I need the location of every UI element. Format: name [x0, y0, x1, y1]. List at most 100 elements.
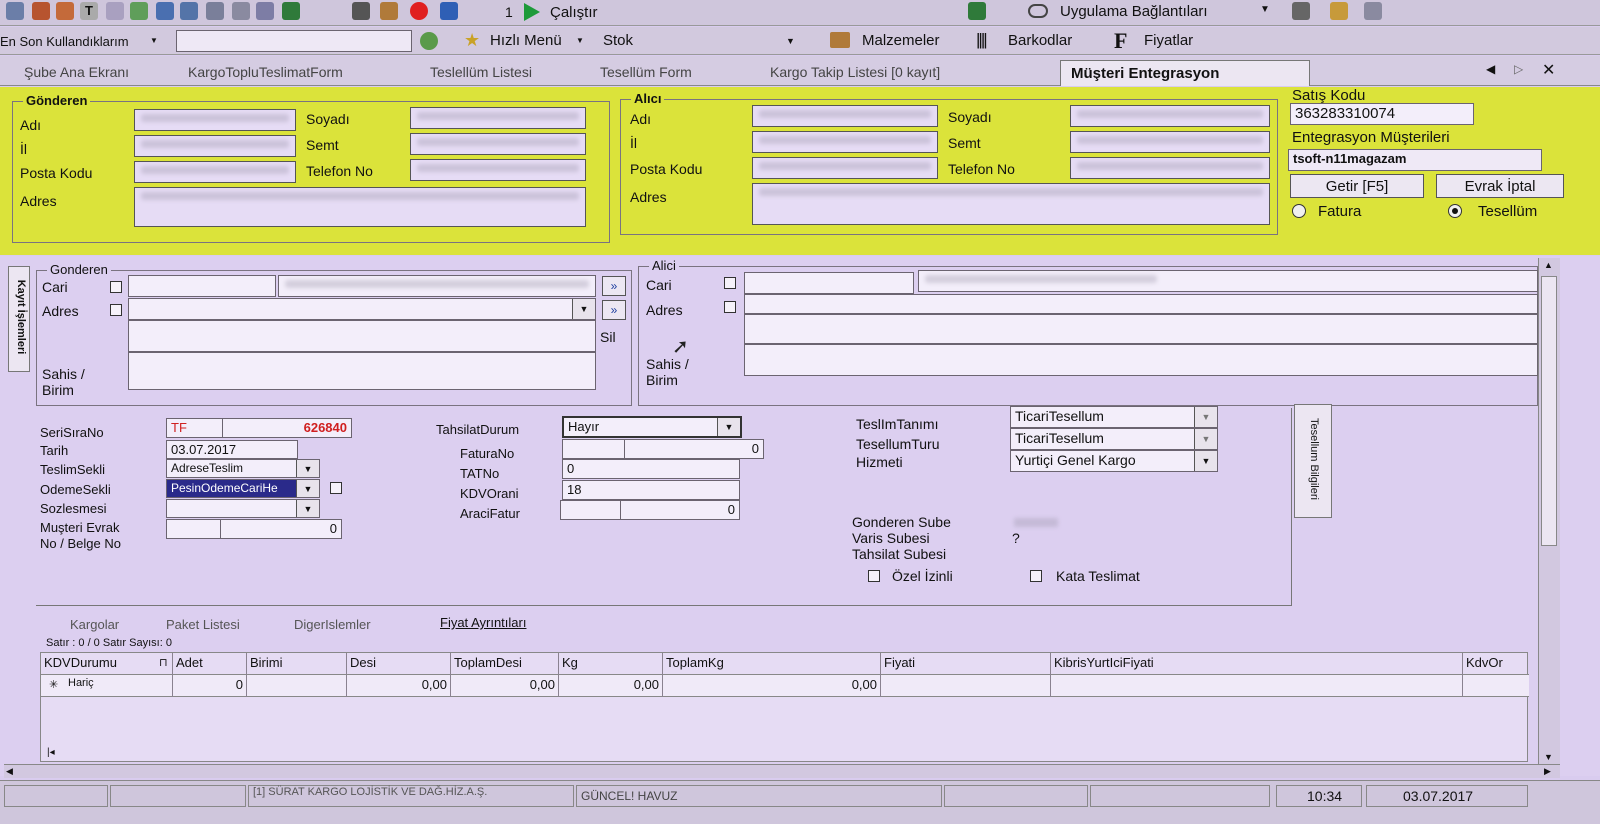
tab-kargo-toplu[interactable]: KargoTopluTeslimatForm [188, 64, 343, 86]
receiver-person-field[interactable] [744, 344, 1538, 376]
confirm-icon[interactable] [420, 32, 438, 50]
excel-icon[interactable] [282, 2, 300, 20]
vertical-scrollbar[interactable]: ▲ ▼ [1538, 258, 1560, 770]
text-icon[interactable]: T [80, 2, 98, 20]
vat-rate-field[interactable]: 18 [562, 480, 740, 500]
receiver-address-detail[interactable] [744, 314, 1538, 344]
sender-account-code[interactable] [128, 275, 276, 297]
sender-account-name[interactable] [278, 275, 596, 297]
service-select[interactable]: Yurtiçi Genel Kargo ▼ [1010, 450, 1218, 472]
receiver-account-name[interactable] [918, 270, 1538, 292]
quick-menu[interactable]: Hızlı Menü [490, 32, 562, 49]
chevron-down-icon[interactable]: ▼ [296, 500, 319, 517]
chevron-down-icon[interactable]: ▼ [1194, 407, 1217, 427]
tab-kargo-takip[interactable]: Kargo Takip Listesi [0 kayıt] [770, 64, 940, 86]
sender-district-field[interactable] [410, 133, 586, 155]
barcodes-menu[interactable]: Barkodlar [1008, 32, 1072, 49]
toolbar-icon-6[interactable] [130, 2, 148, 20]
tab-tesellum-listesi[interactable]: Teslellüm Listesi [430, 64, 532, 86]
receipt-radio[interactable] [1448, 204, 1462, 218]
sender-address-detail[interactable] [128, 320, 596, 352]
special-permit-checkbox[interactable] [868, 570, 880, 582]
payment-checkbox[interactable] [330, 482, 342, 494]
pause-icon[interactable] [440, 2, 458, 20]
sender-city-field[interactable] [134, 135, 296, 157]
toolbar-icon-right1[interactable] [1292, 2, 1310, 20]
cell-fiyati[interactable] [881, 675, 1051, 697]
receiver-city-field[interactable] [752, 131, 938, 153]
tab-sube-ana-ekrani[interactable]: Şube Ana Ekranı [24, 64, 129, 86]
tab-musteri-entegrasyon[interactable]: Müşteri Entegrasyon [1060, 60, 1310, 86]
prices-menu[interactable]: Fiyatlar [1144, 32, 1193, 49]
grid-nav-first-icon[interactable]: |◂ [47, 747, 55, 758]
col-birimi[interactable]: Birimi [247, 653, 347, 675]
delete-button[interactable]: Sil [600, 329, 616, 345]
receiver-address-field[interactable] [752, 183, 1270, 225]
sender-address-checkbox[interactable] [110, 304, 122, 316]
sender-account-checkbox[interactable] [110, 281, 122, 293]
cell-toplam-desi[interactable]: 0,00 [451, 675, 559, 697]
chevron-down-icon[interactable]: ▼ [717, 418, 740, 436]
chevron-down-icon[interactable]: ▼ [296, 480, 319, 497]
receipt-type-select[interactable]: TicariTesellum ▼ [1010, 428, 1218, 450]
col-kdv-orani[interactable]: KdvOr [1463, 653, 1529, 675]
col-fiyati[interactable]: Fiyati [881, 653, 1051, 675]
run-button[interactable]: Çalıştır [550, 4, 598, 21]
materials-menu[interactable]: Malzemeler [862, 32, 940, 49]
tab-fiyat-ayrintilari[interactable]: Fiyat Ayrıntıları [440, 615, 526, 630]
quick-search-input[interactable] [176, 30, 412, 52]
receiver-account-checkbox[interactable] [724, 277, 736, 289]
chevron-down-icon[interactable]: ▼ [296, 460, 319, 477]
date-field[interactable]: 03.07.2017 [166, 440, 298, 459]
pin-icon[interactable]: ⊓ [159, 656, 168, 669]
collection-status-select[interactable]: Hayır ▼ [562, 416, 742, 438]
sender-name-field[interactable] [134, 109, 296, 131]
receiver-postal-field[interactable] [752, 157, 938, 179]
receiver-address-checkbox[interactable] [724, 301, 736, 313]
receiver-address-select[interactable] [744, 294, 1538, 314]
home-icon[interactable] [106, 2, 124, 20]
scroll-right-icon[interactable]: ▶ [1544, 766, 1551, 777]
stok-menu[interactable]: Stok [603, 32, 633, 49]
play-icon[interactable] [524, 3, 540, 21]
table-row[interactable]: ✳ Hariç 0 0,00 0,00 0,00 0,00 [41, 675, 1529, 697]
close-icon[interactable]: ✕ [1542, 60, 1555, 80]
receiver-surname-field[interactable] [1070, 105, 1270, 127]
receiver-phone-field[interactable] [1070, 157, 1270, 179]
scroll-thumb[interactable] [1541, 276, 1557, 546]
fetch-button[interactable]: Getir [F5] [1290, 174, 1424, 198]
integration-customer-item[interactable]: tsoft-n11magazam [1293, 151, 1406, 166]
chevron-down-icon[interactable]: ▼ [572, 299, 595, 319]
sender-address-field[interactable] [134, 187, 586, 227]
col-desi[interactable]: Desi [347, 653, 451, 675]
cell-kg[interactable]: 0,00 [559, 675, 663, 697]
sender-account-go-button[interactable]: » [602, 276, 626, 296]
contract-select[interactable]: ▼ [166, 499, 320, 518]
toolbar-icon-10[interactable] [232, 2, 250, 20]
cell-kibris-fiyati[interactable] [1051, 675, 1463, 697]
toolbar-icon-8[interactable] [180, 2, 198, 20]
chevron-down-icon[interactable]: ▼ [1194, 451, 1217, 471]
excel-export-icon[interactable] [968, 2, 986, 20]
floor-delivery-checkbox[interactable] [1030, 570, 1042, 582]
receiver-account-code[interactable] [744, 272, 914, 294]
tab-tesellum-form[interactable]: Tesellüm Form [600, 64, 692, 86]
integration-customers-list[interactable]: tsoft-n11magazam [1288, 149, 1542, 171]
receipt-info-tab[interactable]: Tesellum Bilgileri [1294, 404, 1332, 518]
scroll-left-icon[interactable]: ◀ [6, 766, 13, 777]
tab-prev-icon[interactable]: ◀ [1486, 62, 1495, 76]
sales-code-input[interactable]: 363283310074 [1290, 103, 1474, 125]
col-kibris-fiyati[interactable]: KibrisYurtIciFiyati [1051, 653, 1463, 675]
sender-address-select[interactable]: ▼ [128, 298, 596, 320]
side-tab-kayit[interactable]: Kayıt İşlemleri [8, 266, 30, 372]
delivery-definition-select[interactable]: TicariTesellum ▼ [1010, 406, 1218, 428]
tab-kargolar[interactable]: Kargolar [70, 617, 119, 632]
tat-no-field[interactable]: 0 [562, 459, 740, 479]
serial-number[interactable]: 626840 [222, 418, 352, 438]
serial-prefix[interactable]: TF [166, 418, 224, 438]
toolbar-icon-9[interactable] [206, 2, 224, 20]
broker-invoice-field[interactable]: 0 [620, 500, 740, 520]
recent-menu[interactable]: En Son Kullandıklarım [0, 34, 129, 49]
cancel-document-button[interactable]: Evrak İptal [1436, 174, 1564, 198]
cell-adet[interactable]: 0 [173, 675, 247, 697]
